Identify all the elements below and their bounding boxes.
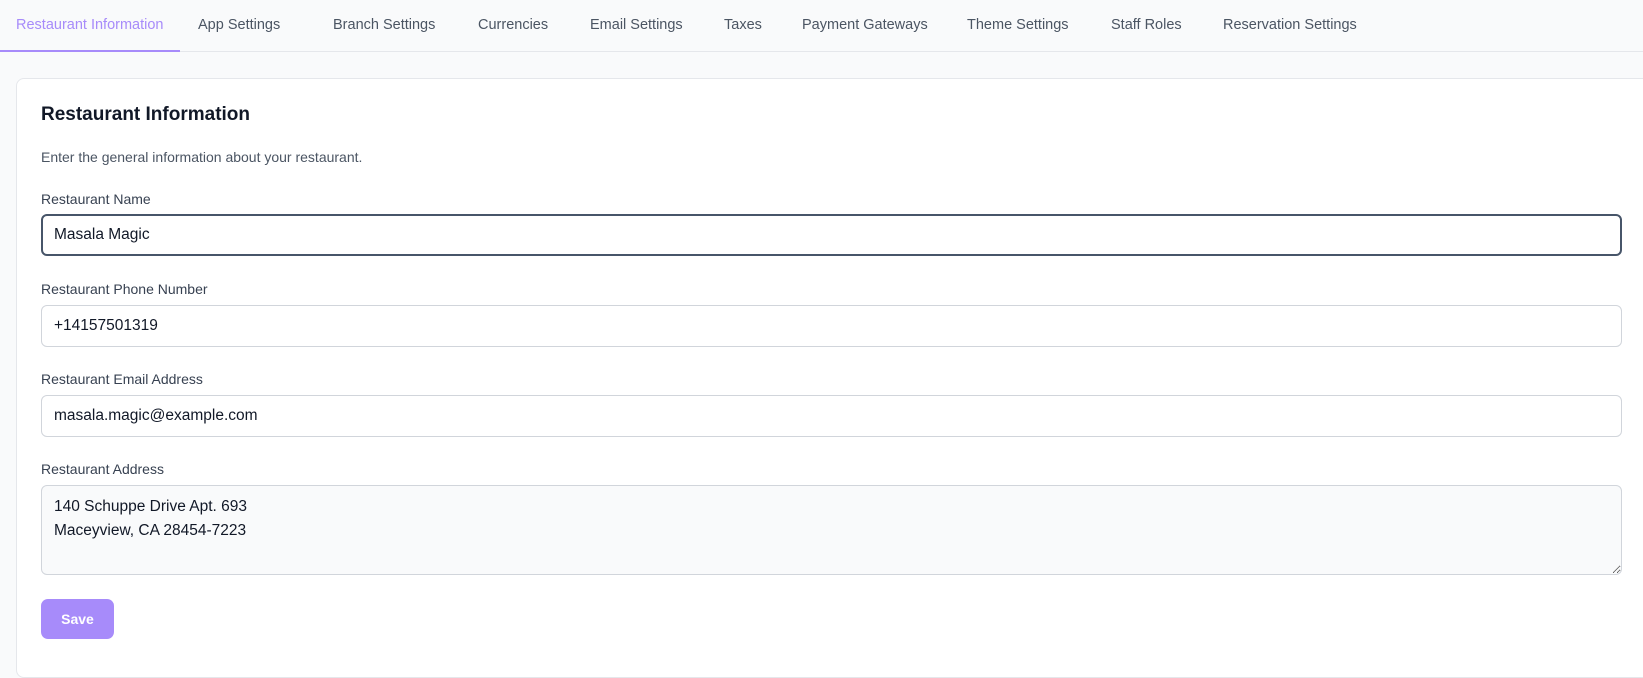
- restaurant-phone-input[interactable]: [41, 305, 1622, 347]
- section-title: Restaurant Information: [41, 104, 251, 125]
- save-button[interactable]: Save: [41, 599, 114, 639]
- restaurant-email-label: Restaurant Email Address: [41, 371, 203, 387]
- restaurant-info-card: Restaurant Information Enter the general…: [16, 78, 1643, 678]
- tab-staff-roles[interactable]: Staff Roles: [1111, 0, 1182, 52]
- tab-reservation-settings[interactable]: Reservation Settings: [1223, 0, 1357, 52]
- restaurant-phone-label: Restaurant Phone Number: [41, 281, 208, 297]
- restaurant-email-input[interactable]: [41, 395, 1622, 437]
- tab-currencies[interactable]: Currencies: [478, 0, 548, 52]
- restaurant-name-label: Restaurant Name: [41, 191, 151, 207]
- tab-restaurant-information[interactable]: Restaurant Information: [0, 0, 180, 52]
- tab-payment-gateways[interactable]: Payment Gateways: [802, 0, 928, 52]
- tab-taxes[interactable]: Taxes: [724, 0, 762, 52]
- tab-email-settings[interactable]: Email Settings: [590, 0, 683, 52]
- restaurant-address-label: Restaurant Address: [41, 461, 164, 477]
- tab-theme-settings[interactable]: Theme Settings: [967, 0, 1069, 52]
- restaurant-address-textarea[interactable]: 140 Schuppe Drive Apt. 693 Maceyview, CA…: [41, 485, 1622, 575]
- tab-branch-settings[interactable]: Branch Settings: [333, 0, 435, 52]
- restaurant-name-input[interactable]: [41, 214, 1622, 256]
- tab-app-settings[interactable]: App Settings: [198, 0, 280, 52]
- settings-tab-bar: Restaurant Information App Settings Bran…: [0, 0, 1643, 52]
- section-description: Enter the general information about your…: [41, 149, 363, 165]
